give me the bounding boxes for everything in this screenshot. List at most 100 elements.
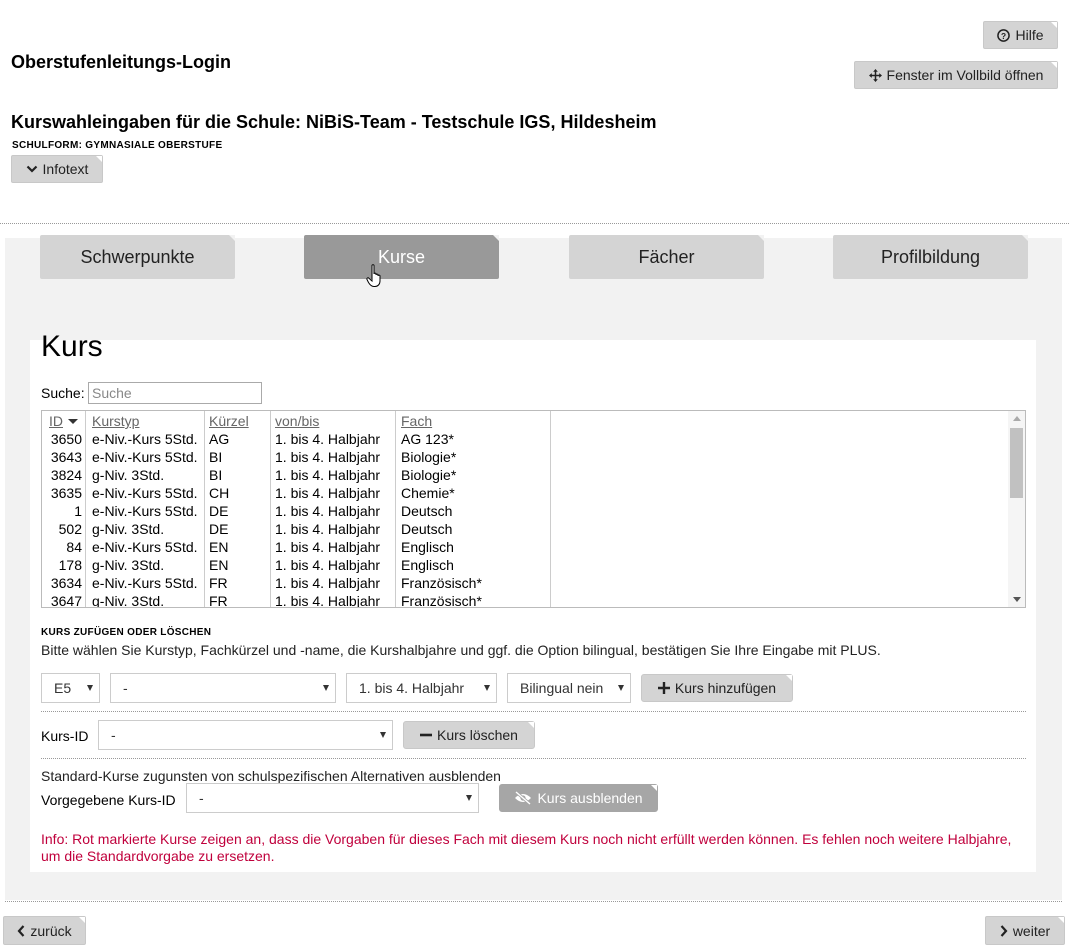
table-cell: 3643 [50, 449, 82, 465]
tab-label: Schwerpunkte [80, 246, 195, 267]
search-label: Suche: [41, 385, 85, 401]
back-button[interactable]: zurück [3, 916, 86, 945]
add-course-label: Kurs hinzufügen [674, 680, 777, 696]
table-row[interactable]: 84 e-Niv.-Kurs 5Std. EN 1. bis 4. Halbjahr E… [42, 537, 1010, 555]
column-header-fach[interactable]: Fach [401, 413, 432, 429]
table-scrollbar[interactable] [1008, 411, 1025, 607]
eye-slash-icon [514, 791, 532, 805]
chevron-down-icon [26, 164, 38, 174]
scroll-thumb[interactable] [1010, 428, 1023, 498]
next-label: weiter [1012, 922, 1051, 939]
table-row[interactable]: 1 e-Niv.-Kurs 5Std. DE 1. bis 4. Halbjahr De… [42, 501, 1010, 519]
back-label: zurück [30, 922, 72, 939]
table-row[interactable]: 3650 e-Niv.-Kurs 5Std. AG 1. bis 4. Halbjah… [42, 429, 1010, 447]
table-cell: DE [209, 521, 229, 537]
table-cell: Deutsch [401, 521, 453, 537]
table-cell: CH [209, 485, 230, 501]
table-cell: Französisch* [401, 593, 482, 608]
caret-down-icon [380, 732, 386, 738]
table-cell: 178 [58, 557, 82, 573]
search-input[interactable] [88, 382, 262, 404]
infotext-label: Infotext [42, 161, 89, 177]
caret-down-icon [87, 685, 93, 691]
chevron-left-icon [17, 924, 25, 937]
tab-profilbildung[interactable]: Profilbildung [833, 235, 1028, 279]
table-row[interactable]: 178 g-Niv. 3Std. EN 1. bis 4. Halbjahr Engli… [42, 555, 1010, 573]
help-button[interactable]: ? Hilfe [983, 21, 1058, 49]
table-cell: 1 [74, 503, 82, 519]
column-header-kurstyp[interactable]: Kurstyp [92, 413, 139, 429]
table-row[interactable]: 3647 g-Niv. 3Std. FR 1. bis 4. Halbjahr Fran… [42, 591, 1010, 608]
caret-down-icon [484, 685, 490, 691]
halbjahr-value: 1. bis 4. Halbjahr [359, 680, 465, 696]
table-cell: 1. bis 4. Halbjahr [275, 467, 381, 483]
add-course-button[interactable]: Kurs hinzufügen [641, 674, 793, 702]
caret-down-icon [466, 795, 472, 801]
vorgegebene-kursid-select[interactable]: - [186, 783, 479, 813]
section-divider [41, 711, 1026, 712]
table-row[interactable]: 3643 e-Niv.-Kurs 5Std. BI 1. bis 4. Halbjah… [42, 447, 1010, 465]
question-circle-icon: ? [997, 28, 1011, 42]
kurstyp-select[interactable]: E5 [41, 673, 100, 703]
table-row[interactable]: 502 g-Niv. 3Std. DE 1. bis 4. Halbjahr Deuts… [42, 519, 1010, 537]
table-cell: e-Niv.-Kurs 5Std. [92, 575, 198, 591]
table-cell: Biologie* [401, 449, 457, 465]
table-cell: 1. bis 4. Halbjahr [275, 431, 381, 447]
column-header-kuerzel[interactable]: Kürzel [209, 413, 249, 429]
bilingual-select[interactable]: Bilingual nein [507, 673, 631, 703]
table-cell: 3647 [50, 593, 82, 608]
svg-text:?: ? [1001, 30, 1006, 40]
table-cell: FR [209, 575, 228, 591]
halbjahr-select[interactable]: 1. bis 4. Halbjahr [346, 673, 497, 703]
fach-select[interactable]: - [110, 673, 336, 703]
tab-label: Fächer [638, 246, 695, 267]
minus-icon [420, 729, 433, 741]
hide-course-button[interactable]: Kurs ausblenden [499, 784, 658, 812]
table-row[interactable]: 3824 g-Niv. 3Std. BI 1. bis 4. Halbjahr Biol… [42, 465, 1010, 483]
table-cell: e-Niv.-Kurs 5Std. [92, 539, 198, 555]
table-row[interactable]: 3634 e-Niv.-Kurs 5Std. FR 1. bis 4. Halbjah… [42, 573, 1010, 591]
kursid-value: - [111, 727, 116, 743]
column-header-vonbis[interactable]: von/bis [275, 413, 319, 429]
table-cell: e-Niv.-Kurs 5Std. [92, 503, 198, 519]
table-cell: 1. bis 4. Halbjahr [275, 593, 381, 608]
next-button[interactable]: weiter [985, 916, 1065, 945]
plus-icon [657, 682, 670, 694]
tab-schwerpunkte[interactable]: Schwerpunkte [40, 235, 235, 279]
caret-down-icon [323, 685, 329, 691]
infotext-button[interactable]: Infotext [11, 155, 103, 183]
fullscreen-button[interactable]: Fenster im Vollbild öffnen [854, 61, 1058, 89]
table-cell: 3650 [50, 431, 82, 447]
scroll-down-icon[interactable] [1013, 597, 1021, 602]
bilingual-value: Bilingual nein [520, 680, 604, 696]
tab-label: Profilbildung [880, 246, 981, 267]
table-cell: 84 [66, 539, 82, 555]
scroll-up-icon[interactable] [1013, 416, 1021, 421]
delete-course-button[interactable]: Kurs löschen [403, 721, 535, 749]
chevron-right-icon [1000, 924, 1008, 937]
help-label: Hilfe [1015, 27, 1044, 43]
table-cell: Französisch* [401, 575, 482, 591]
table-cell: 1. bis 4. Halbjahr [275, 485, 381, 501]
add-section-heading: KURS ZUFÜGEN ODER LÖSCHEN [41, 627, 212, 638]
table-cell: AG 123* [401, 431, 454, 447]
table-row[interactable]: 3635 e-Niv.-Kurs 5Std. CH 1. bis 4. Halbjah… [42, 483, 1010, 501]
tab-faecher[interactable]: Fächer [569, 235, 764, 279]
kursid-label: Kurs-ID [41, 728, 89, 744]
kursid-select[interactable]: - [98, 720, 393, 750]
hide-section-description: Standard-Kurse zugunsten von schulspezif… [41, 768, 501, 784]
header-divider [0, 223, 1069, 224]
table-cell: EN [209, 557, 229, 573]
vorgegebene-kursid-label: Vorgegebene Kurs-ID [41, 792, 176, 808]
table-cell: FR [209, 593, 228, 608]
table-cell: 3635 [50, 485, 82, 501]
caret-down-icon [618, 685, 624, 691]
page-title: Oberstufenleitungs-Login [11, 52, 231, 72]
table-cell: Chemie* [401, 485, 455, 501]
tab-kurse[interactable]: Kurse [304, 235, 499, 279]
table-cell: BI [209, 467, 223, 483]
table-cell: e-Niv.-Kurs 5Std. [92, 485, 198, 501]
table-cell: 1. bis 4. Halbjahr [275, 575, 381, 591]
table-cell: g-Niv. 3Std. [92, 593, 165, 608]
table-cell: AG [209, 431, 230, 447]
